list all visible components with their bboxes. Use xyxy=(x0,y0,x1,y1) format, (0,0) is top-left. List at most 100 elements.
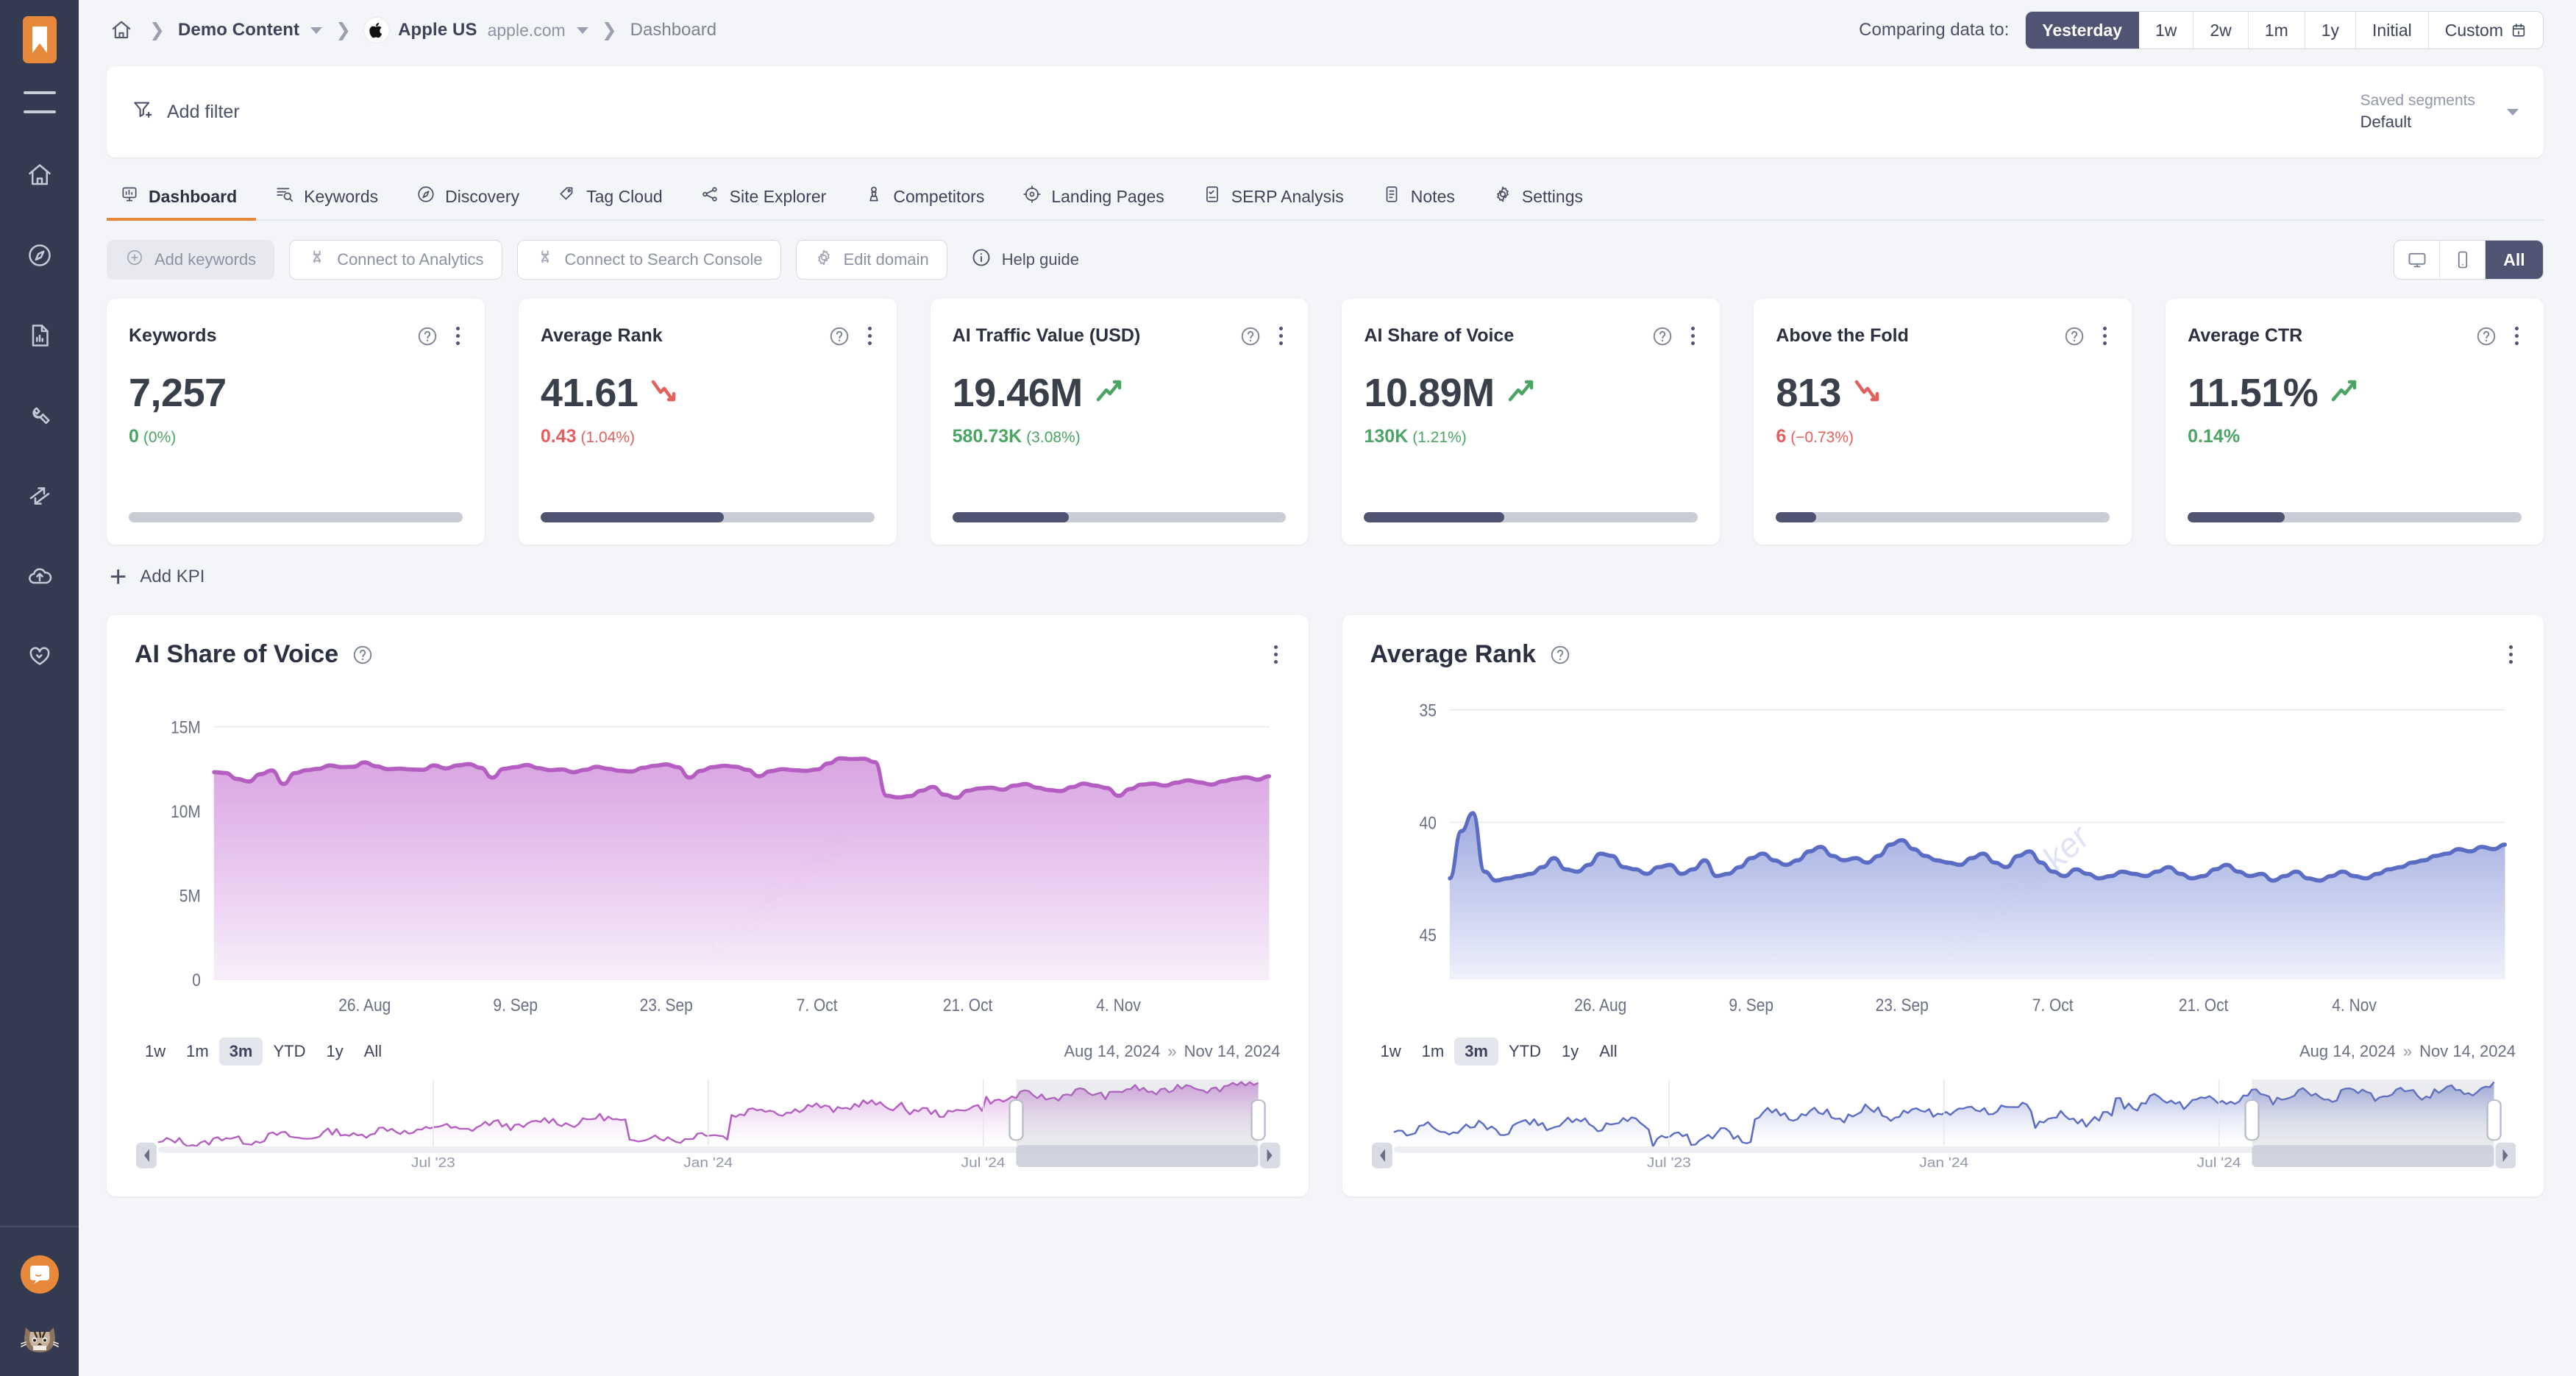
panel-menu-icon[interactable] xyxy=(2506,642,2516,667)
chevron-down-icon[interactable] xyxy=(2507,109,2519,116)
kpi-card[interactable]: AI Share of Voice 10.89M 130K(1.21%) xyxy=(1342,299,1720,545)
chevron-down-icon[interactable] xyxy=(310,27,322,34)
help-circle-icon[interactable] xyxy=(1549,644,1571,666)
add-kpi-button[interactable]: + Add KPI xyxy=(110,562,2576,592)
breadcrumb-domain-url[interactable]: apple.com xyxy=(488,21,566,40)
report-document-icon[interactable] xyxy=(21,316,59,355)
svg-text:26. Aug: 26. Aug xyxy=(1574,996,1626,1015)
saved-segments-dropdown[interactable]: Saved segments Default xyxy=(2360,91,2519,133)
tab-dashboard[interactable]: Dashboard xyxy=(107,185,256,219)
range-1y[interactable]: 1y xyxy=(1551,1038,1589,1065)
dashboard-icon xyxy=(120,185,139,208)
tab-landing-pages[interactable]: Landing Pages xyxy=(1003,185,1183,219)
svg-text:21. Oct: 21. Oct xyxy=(2178,996,2228,1015)
kpi-menu-icon[interactable] xyxy=(865,324,875,348)
breadcrumb-group[interactable]: Demo Content xyxy=(178,20,299,40)
top-bar: ❯ Demo Content ❯ Apple US apple.com ❯ Da… xyxy=(79,0,2576,60)
tab-label: SERP Analysis xyxy=(1231,187,1344,207)
edit-domain-button[interactable]: Edit domain xyxy=(796,240,947,280)
help-circle-icon[interactable] xyxy=(1651,325,1673,347)
svg-text:Jan '24: Jan '24 xyxy=(1919,1155,1968,1171)
range-1y[interactable]: 1y xyxy=(316,1038,353,1065)
kpi-delta-value: 6 xyxy=(1776,426,1786,447)
compare-option-custom[interactable]: Custom xyxy=(2429,12,2543,49)
kpi-menu-icon[interactable] xyxy=(453,324,463,348)
help-circle-icon[interactable] xyxy=(352,644,374,666)
home-icon[interactable] xyxy=(107,15,136,45)
compare-option-1w[interactable]: 1w xyxy=(2139,12,2193,49)
hamburger-icon[interactable] xyxy=(24,91,56,113)
compare-segmented-control: Yesterday 1w 2w 1m 1y Initial Custom xyxy=(2025,11,2544,49)
kpi-menu-icon[interactable] xyxy=(1688,324,1698,348)
kpi-card[interactable]: Keywords 7,257 0(0%) xyxy=(107,299,485,545)
chat-bubble-icon[interactable] xyxy=(21,1255,59,1294)
range-1w[interactable]: 1w xyxy=(135,1038,176,1065)
accuranker-logo[interactable] xyxy=(23,16,57,63)
range-ytd[interactable]: YTD xyxy=(263,1038,316,1065)
help-guide-button[interactable]: Help guide xyxy=(971,247,1079,272)
cloud-upload-icon[interactable] xyxy=(21,557,59,595)
kpi-card[interactable]: Above the Fold 813 6(−0.73%) xyxy=(1754,299,2132,545)
breadcrumb-domain[interactable]: Apple US xyxy=(398,20,477,40)
add-kpi-label: Add KPI xyxy=(140,567,204,587)
tab-settings[interactable]: Settings xyxy=(1474,185,1602,219)
tab-tag-cloud[interactable]: Tag Cloud xyxy=(538,185,682,219)
range-3m[interactable]: 3m xyxy=(1454,1038,1498,1065)
tab-site-explorer[interactable]: Site Explorer xyxy=(682,185,846,219)
compare-option-yesterday[interactable]: Yesterday xyxy=(2026,12,2139,49)
chart-date-range[interactable]: Aug 14, 2024»Nov 14, 2024 xyxy=(1064,1042,1280,1061)
tab-competitors[interactable]: Competitors xyxy=(845,185,1003,219)
svg-text:Jul '24: Jul '24 xyxy=(961,1155,1006,1171)
device-desktop-button[interactable] xyxy=(2394,241,2440,279)
range-all[interactable]: All xyxy=(1589,1038,1627,1065)
kpi-card[interactable]: Average CTR 11.51% 0.14% xyxy=(2166,299,2544,545)
chart-navigator[interactable]: Jul '23Jan '24Jul '24 xyxy=(135,1074,1281,1177)
tab-notes[interactable]: Notes xyxy=(1363,185,1474,219)
help-circle-icon[interactable] xyxy=(2063,325,2085,347)
home-icon[interactable] xyxy=(21,156,59,194)
chart-plot-area[interactable]: 354045AccuRanker26. Aug9. Sep23. Sep7. O… xyxy=(1370,687,2516,1036)
range-ytd[interactable]: YTD xyxy=(1498,1038,1551,1065)
range-all[interactable]: All xyxy=(354,1038,392,1065)
compass-icon[interactable] xyxy=(21,236,59,274)
tab-keywords[interactable]: Keywords xyxy=(256,185,397,219)
area-chart-svg: 354045AccuRanker26. Aug9. Sep23. Sep7. O… xyxy=(1370,687,2516,1036)
range-1w[interactable]: 1w xyxy=(1370,1038,1412,1065)
add-keywords-button[interactable]: Add keywords xyxy=(107,240,274,280)
compare-option-1m[interactable]: 1m xyxy=(2249,12,2305,49)
heart-handshake-icon[interactable] xyxy=(21,637,59,675)
compare-option-1y[interactable]: 1y xyxy=(2305,12,2356,49)
exchange-arrows-icon[interactable] xyxy=(21,477,59,515)
kpi-title: Average Rank xyxy=(541,325,663,347)
panel-menu-icon[interactable] xyxy=(1271,642,1281,667)
device-all-button[interactable]: All xyxy=(2486,241,2543,279)
range-3m[interactable]: 3m xyxy=(219,1038,263,1065)
wrench-icon[interactable] xyxy=(21,397,59,435)
chart-date-range[interactable]: Aug 14, 2024»Nov 14, 2024 xyxy=(2299,1042,2516,1061)
kpi-menu-icon[interactable] xyxy=(1276,324,1286,348)
svg-text:21. Oct: 21. Oct xyxy=(943,996,993,1015)
help-circle-icon[interactable] xyxy=(1239,325,1262,347)
kpi-card[interactable]: AI Traffic Value (USD) 19.46M 580.73K(3.… xyxy=(931,299,1309,545)
chevron-down-icon[interactable] xyxy=(577,27,588,34)
chart-navigator[interactable]: Jul '23Jan '24Jul '24 xyxy=(1370,1074,2516,1177)
add-filter-button[interactable]: Add filter xyxy=(132,99,240,126)
connect-search-console-button[interactable]: Connect to Search Console xyxy=(517,240,781,280)
compare-option-2w[interactable]: 2w xyxy=(2193,12,2248,49)
kpi-menu-icon[interactable] xyxy=(2100,324,2110,348)
help-circle-icon[interactable] xyxy=(416,325,438,347)
range-1m[interactable]: 1m xyxy=(176,1038,219,1065)
device-mobile-button[interactable] xyxy=(2440,241,2486,279)
chart-plot-area[interactable]: 05M10M15MAccuRanker26. Aug9. Sep23. Sep7… xyxy=(135,687,1281,1036)
compare-option-initial[interactable]: Initial xyxy=(2356,12,2429,49)
tab-discovery[interactable]: Discovery xyxy=(397,185,538,219)
help-circle-icon[interactable] xyxy=(2475,325,2497,347)
kpi-card[interactable]: Average Rank 41.61 0.43(1.04%) xyxy=(519,299,897,545)
kpi-menu-icon[interactable] xyxy=(2512,324,2522,348)
tab-serp-analysis[interactable]: SERP Analysis xyxy=(1184,185,1363,219)
range-1m[interactable]: 1m xyxy=(1412,1038,1455,1065)
connect-analytics-button[interactable]: Connect to Analytics xyxy=(289,240,502,280)
kpi-value: 41.61 xyxy=(541,373,638,413)
tiger-avatar[interactable] xyxy=(20,1322,60,1357)
help-circle-icon[interactable] xyxy=(828,325,850,347)
